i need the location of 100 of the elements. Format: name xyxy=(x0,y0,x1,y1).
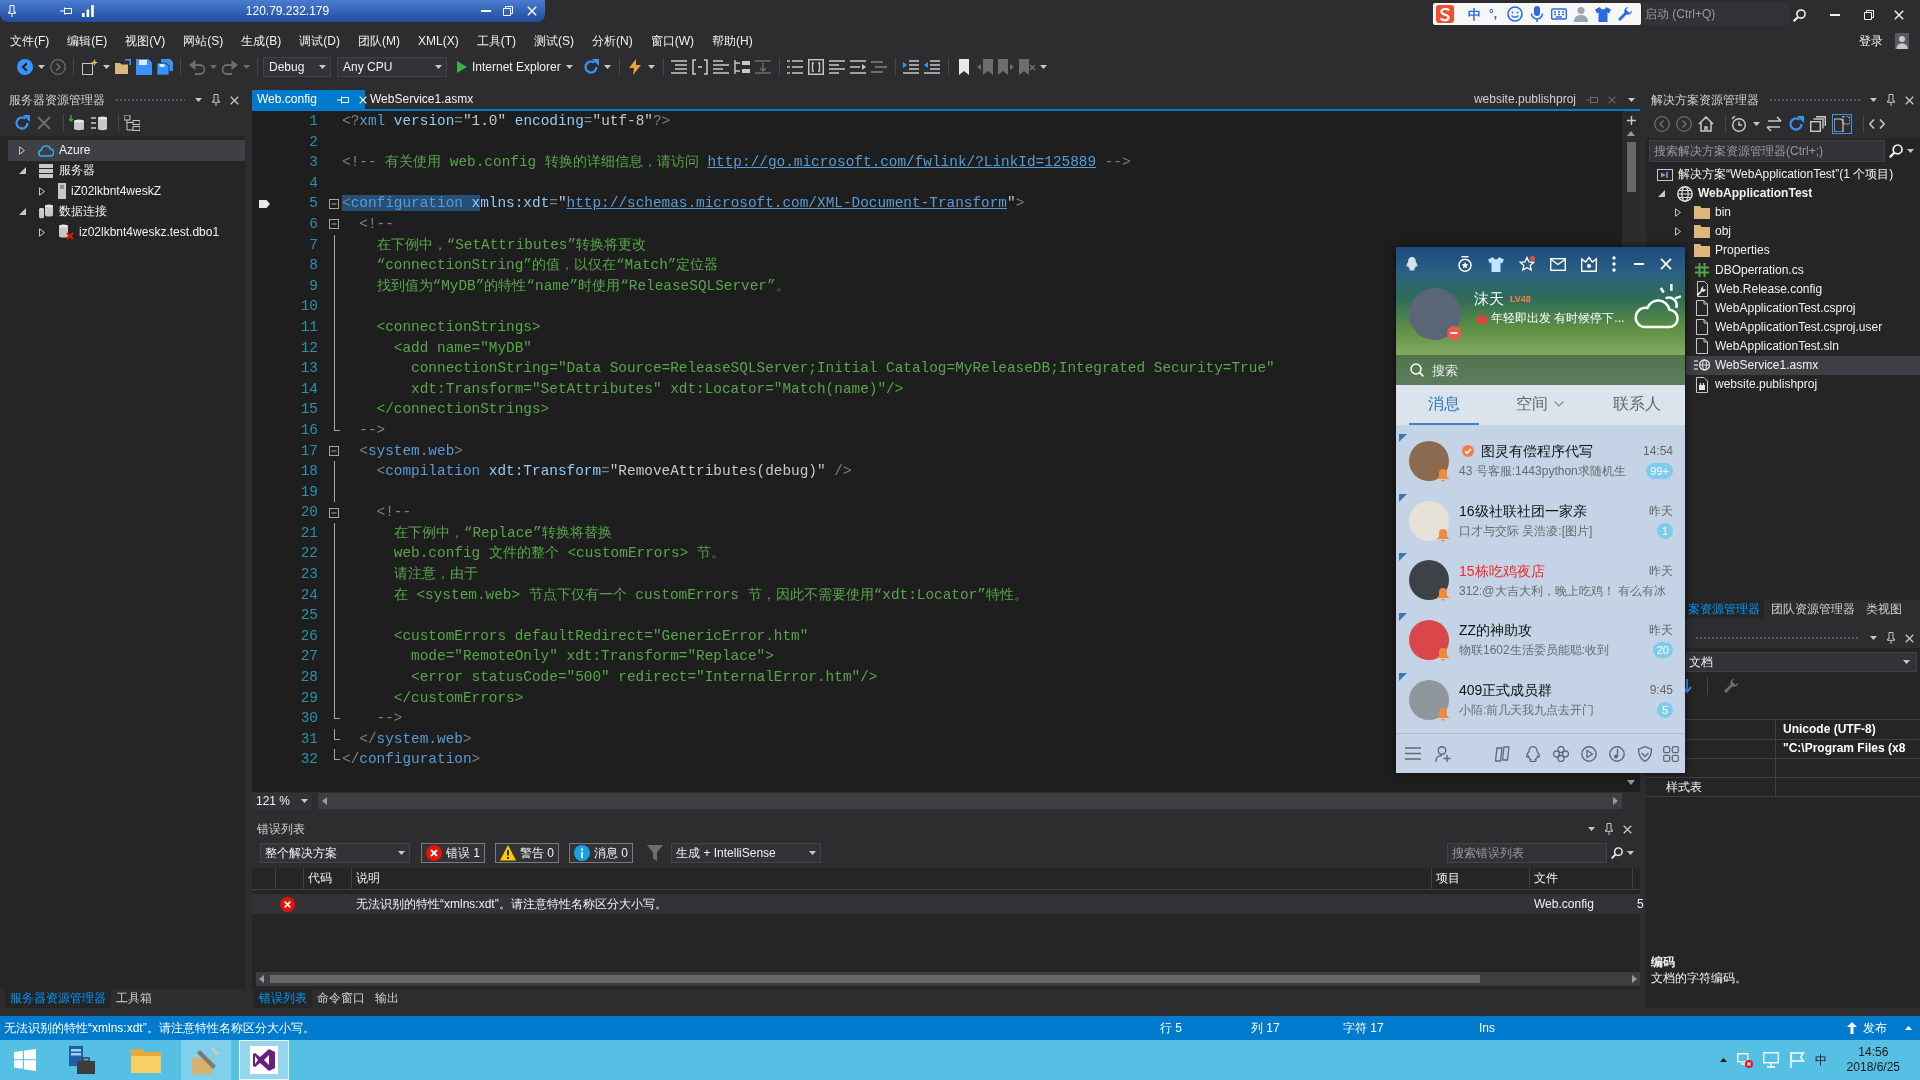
ime-logo-icon[interactable] xyxy=(1436,5,1454,23)
expand-arrow-icon[interactable] xyxy=(1675,208,1681,218)
smiley-icon[interactable] xyxy=(1507,6,1524,22)
chevron-down-icon[interactable] xyxy=(1554,401,1565,407)
refresh-icon[interactable] xyxy=(583,59,600,75)
bookmark-next-icon[interactable] xyxy=(998,59,1015,75)
play-icon[interactable] xyxy=(457,61,467,73)
run-button[interactable]: Internet Explorer xyxy=(453,57,577,77)
restore-icon[interactable] xyxy=(1864,10,1874,20)
arrow-down-icon[interactable] xyxy=(1682,679,1692,693)
tree-item[interactable]: Properties xyxy=(1686,241,1774,261)
menu-icon[interactable] xyxy=(1405,747,1421,760)
penguin-icon[interactable] xyxy=(1406,257,1418,271)
chat-name[interactable]: 16级社联社团一家亲 xyxy=(1459,502,1587,521)
scroll-down-icon[interactable] xyxy=(1627,780,1635,785)
add-database-icon[interactable] xyxy=(69,115,85,131)
search-icon[interactable] xyxy=(1889,144,1903,158)
chat-tab[interactable]: 联系人 xyxy=(1601,385,1672,425)
redo-icon[interactable] xyxy=(221,59,238,75)
caret-down-icon[interactable] xyxy=(1040,65,1048,69)
menu-item[interactable]: 网站(S) xyxy=(174,30,233,52)
outdent-icon[interactable] xyxy=(924,59,941,75)
tree-item[interactable]: WebApplicationTest.csproj.user xyxy=(1686,317,1887,337)
back-icon[interactable] xyxy=(16,59,33,75)
back-icon[interactable] xyxy=(1654,116,1670,132)
wrench-icon[interactable] xyxy=(1723,678,1739,694)
zoom-dropdown[interactable]: 121 % xyxy=(252,793,312,809)
flower-icon[interactable] xyxy=(1553,745,1569,762)
align-lines-icon[interactable] xyxy=(671,59,688,75)
tree-item[interactable]: WebApplicationTest xyxy=(1653,184,1817,204)
code-brackets-icon[interactable] xyxy=(1869,119,1885,129)
align-left-icon[interactable] xyxy=(829,59,846,75)
caret-down-icon[interactable] xyxy=(195,98,202,102)
cancel-icon[interactable] xyxy=(36,115,52,131)
forward-icon[interactable] xyxy=(1676,116,1692,132)
caret-down-icon[interactable] xyxy=(37,65,45,69)
sync-arrows-icon[interactable] xyxy=(1766,116,1782,132)
tree-item[interactable]: bin xyxy=(1670,203,1735,223)
crown-icon[interactable] xyxy=(1581,256,1597,272)
search-icon[interactable] xyxy=(1793,8,1806,22)
menu-item[interactable]: 分析(N) xyxy=(583,30,642,52)
open-folder-icon[interactable] xyxy=(114,59,131,75)
scroll-left-icon[interactable] xyxy=(322,797,327,805)
scrollbar-thumb[interactable] xyxy=(1626,142,1636,192)
caret-down-icon[interactable] xyxy=(1628,97,1635,102)
column-header[interactable]: 项目 xyxy=(1436,871,1460,886)
tree-item[interactable]: WebApplicationTest.csproj xyxy=(1686,298,1860,318)
outline-tree-icon[interactable] xyxy=(734,59,751,75)
source-dropdown[interactable]: 生成 + IntelliSense xyxy=(671,843,822,863)
platform-dropdown[interactable]: Any CPU xyxy=(337,57,447,77)
close-icon[interactable] xyxy=(1623,824,1632,834)
menu-item[interactable]: 测试(S) xyxy=(525,30,583,52)
quick-launch-field[interactable]: 启动 (Ctrl+Q) xyxy=(1643,3,1789,25)
save-icon[interactable] xyxy=(135,59,152,75)
penguin-outline-icon[interactable] xyxy=(1525,745,1541,762)
close-icon[interactable] xyxy=(1905,633,1914,643)
caret-down-icon[interactable] xyxy=(1627,851,1634,855)
caret-down-icon[interactable] xyxy=(301,799,308,803)
add-person-icon[interactable] xyxy=(1435,745,1451,762)
mail-icon[interactable] xyxy=(1550,257,1566,271)
brace-box-icon[interactable] xyxy=(808,59,825,75)
sign-in-link[interactable]: 登录 xyxy=(1859,30,1883,52)
tree-item[interactable]: iZ02lkbnt4weskZ xyxy=(28,181,166,202)
apps-grid-icon[interactable] xyxy=(1663,745,1679,762)
collapse-icon[interactable] xyxy=(329,198,339,209)
clock-time[interactable]: 14:56 xyxy=(1858,1045,1889,1060)
pin-icon[interactable] xyxy=(1887,632,1895,644)
tree-item[interactable]: 数据连接 xyxy=(8,201,111,222)
caret-down-icon[interactable] xyxy=(648,65,656,69)
shirt-icon[interactable] xyxy=(1488,256,1504,272)
tree-item[interactable]: WebService1.asmx xyxy=(1686,355,1920,376)
collapse-arrow-icon[interactable] xyxy=(18,208,26,216)
scroll-up-icon[interactable] xyxy=(1627,131,1635,136)
menu-item[interactable]: 窗口(W) xyxy=(641,30,703,52)
close-icon[interactable] xyxy=(230,95,239,105)
caret-up-icon[interactable] xyxy=(1905,1026,1912,1030)
caret-down-icon[interactable] xyxy=(604,65,612,69)
menu-item[interactable]: 调试(D) xyxy=(290,30,349,52)
panel-tab[interactable]: 命令窗口 xyxy=(312,989,370,1008)
tree-item[interactable]: WebApplicationTest.sln xyxy=(1686,336,1843,356)
tree-item[interactable]: 服务器 xyxy=(8,160,99,181)
filter-button[interactable]: 警告 0 xyxy=(495,843,560,863)
input-method-indicator[interactable]: 中 xyxy=(1814,1052,1827,1068)
caret-down-icon[interactable] xyxy=(565,65,573,69)
undo-icon[interactable] xyxy=(188,59,205,75)
search-field[interactable]: 搜索错误列表 xyxy=(1447,843,1607,863)
shield-icon[interactable] xyxy=(1637,745,1653,762)
caret-down-icon[interactable] xyxy=(809,851,817,855)
column-header[interactable]: 代码 xyxy=(308,871,332,886)
filter-icon[interactable] xyxy=(647,845,664,861)
clock-date[interactable]: 2018/6/25 xyxy=(1846,1060,1900,1075)
search-icon[interactable] xyxy=(1611,847,1623,859)
collapse-icon[interactable] xyxy=(329,219,339,230)
shirt-icon[interactable] xyxy=(1595,6,1612,22)
tree-item[interactable]: Web.Release.config xyxy=(1686,279,1827,299)
caret-down-icon[interactable] xyxy=(1753,122,1760,126)
panel-tab[interactable]: 案资源管理器 xyxy=(1684,600,1764,618)
menu-item[interactable]: 编辑(E) xyxy=(58,30,117,52)
panel-tab[interactable]: 工具箱 xyxy=(111,989,157,1008)
panel-tab[interactable]: 错误列表 xyxy=(254,989,312,1008)
